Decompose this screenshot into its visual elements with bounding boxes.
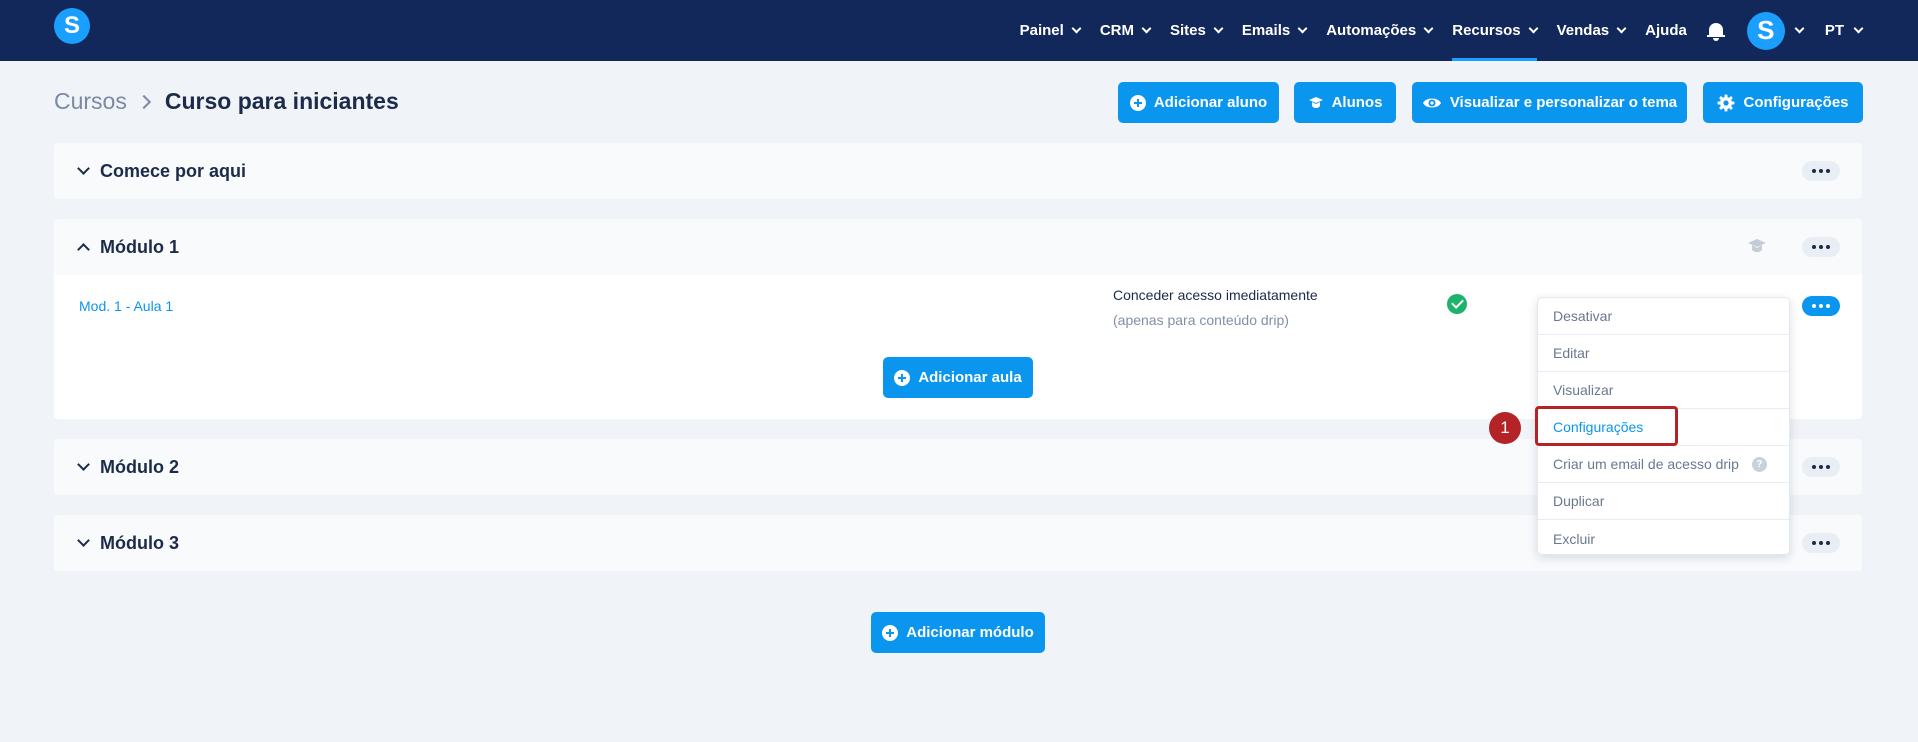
lesson-access-note: (apenas para conteúdo drip): [1113, 312, 1289, 328]
module-more-button[interactable]: [1802, 161, 1840, 181]
nav-item-crm[interactable]: CRM: [1099, 0, 1152, 61]
menu-item-label: Excluir: [1553, 530, 1596, 547]
main-nav: Painel CRM Sites Emails Automações Recur…: [1020, 0, 1918, 61]
button-label: Configurações: [1743, 94, 1849, 111]
nav-label: Ajuda: [1645, 22, 1687, 39]
module-more-button[interactable]: [1802, 237, 1840, 257]
module-card: Comece por aqui: [54, 143, 1862, 199]
lesson-title-link[interactable]: Mod. 1 - Aula 1: [79, 298, 173, 314]
module-title: Módulo 2: [100, 456, 179, 477]
module-more-button[interactable]: [1802, 533, 1840, 553]
lesson-more-button[interactable]: [1802, 296, 1840, 316]
add-module-button[interactable]: Adicionar módulo: [871, 612, 1045, 653]
chevron-down-icon[interactable]: [77, 162, 90, 175]
button-label: Visualizar e personalizar o tema: [1449, 94, 1678, 111]
top-navbar: S Painel CRM Sites Emails Automações Rec…: [0, 0, 1918, 61]
chevron-down-icon: [1853, 23, 1864, 33]
bell-icon[interactable]: [1706, 21, 1725, 41]
module-more-button[interactable]: [1802, 457, 1840, 477]
nav-item-emails[interactable]: Emails: [1241, 0, 1308, 61]
menu-item-preview[interactable]: Visualizar: [1538, 372, 1789, 409]
language-selector[interactable]: PT: [1824, 22, 1864, 39]
button-label: Adicionar aula: [918, 369, 1022, 386]
module-title: Módulo 3: [100, 532, 179, 553]
chevron-down-icon: [1141, 23, 1152, 33]
nav-label: Automações: [1326, 22, 1417, 39]
nav-label: Emails: [1241, 22, 1291, 39]
avatar: S: [1746, 11, 1785, 50]
gear-icon: [1717, 94, 1735, 111]
lesson-access-text: Conceder acesso imediatamente: [1113, 287, 1318, 303]
nav-item-sites[interactable]: Sites: [1169, 0, 1224, 61]
button-label: Adicionar aluno: [1153, 94, 1268, 111]
menu-item-label: Desativar: [1553, 308, 1613, 324]
help-icon[interactable]: ?: [1751, 456, 1767, 472]
menu-item-duplicate[interactable]: Duplicar: [1538, 483, 1789, 520]
menu-item-label: Duplicar: [1553, 493, 1605, 509]
button-label: Adicionar módulo: [906, 624, 1034, 641]
nav-item-painel[interactable]: Painel: [1019, 0, 1082, 61]
menu-item-label: Visualizar: [1553, 382, 1614, 398]
chevron-down-icon[interactable]: [77, 534, 90, 547]
nav-item-recursos[interactable]: Recursos: [1452, 0, 1539, 61]
chevron-down-icon[interactable]: [77, 458, 90, 471]
button-label: Alunos: [1331, 94, 1383, 111]
plus-circle-icon: [1129, 94, 1146, 111]
nav-label: Recursos: [1452, 22, 1521, 39]
menu-item-delete[interactable]: Excluir: [1538, 520, 1789, 557]
module-header: Módulo 1: [54, 219, 1862, 275]
nav-label: CRM: [1099, 22, 1134, 39]
module-header: Comece por aqui: [54, 143, 1862, 199]
module-title: Módulo 1: [100, 236, 179, 257]
nav-item-automacoes[interactable]: Automações: [1326, 0, 1434, 61]
preview-theme-button[interactable]: Visualizar e personalizar o tema: [1412, 82, 1687, 123]
chevron-down-icon: [1794, 23, 1805, 33]
user-menu[interactable]: S: [1746, 11, 1805, 50]
graduation-cap-icon[interactable]: [1747, 238, 1767, 254]
chevron-down-icon: [1616, 23, 1627, 33]
chevron-up-icon[interactable]: [77, 243, 90, 256]
check-circle-icon: [1447, 294, 1467, 314]
nav-item-ajuda[interactable]: Ajuda: [1645, 0, 1687, 61]
chevron-down-icon: [1297, 23, 1308, 33]
settings-button[interactable]: Configurações: [1703, 82, 1863, 123]
nav-item-vendas[interactable]: Vendas: [1556, 0, 1627, 61]
module-title: Comece por aqui: [100, 160, 247, 181]
menu-item-label: Criar um email de acesso drip: [1553, 456, 1739, 472]
chevron-down-icon: [1528, 23, 1539, 33]
add-lesson-button[interactable]: Adicionar aula: [883, 357, 1033, 398]
nav-label: Vendas: [1556, 22, 1610, 39]
brand-logo[interactable]: S: [54, 8, 90, 44]
breadcrumb: Cursos Curso para iniciantes: [54, 88, 399, 115]
menu-item-drip-email[interactable]: Criar um email de acesso drip?: [1538, 446, 1789, 483]
menu-item-label: Editar: [1553, 345, 1590, 361]
add-student-button[interactable]: Adicionar aluno: [1118, 82, 1279, 123]
menu-item-disable[interactable]: Desativar: [1538, 298, 1789, 335]
annotation-step-badge: 1: [1489, 412, 1521, 444]
menu-item-edit[interactable]: Editar: [1538, 335, 1789, 372]
students-button[interactable]: Alunos: [1294, 82, 1396, 123]
nav-label: Painel: [1019, 22, 1064, 39]
student-icon: [1308, 96, 1323, 108]
chevron-right-icon: [136, 94, 151, 109]
breadcrumb-courses-link[interactable]: Cursos: [54, 88, 127, 115]
chevron-down-icon: [1423, 23, 1434, 33]
language-label: PT: [1824, 22, 1844, 39]
annotation-highlight-box: [1535, 406, 1678, 446]
chevron-down-icon: [1071, 23, 1082, 33]
plus-circle-icon: [882, 624, 899, 641]
nav-label: Sites: [1169, 22, 1206, 39]
page-title: Curso para iniciantes: [164, 88, 399, 114]
chevron-down-icon: [1213, 23, 1224, 33]
eye-icon: [1422, 98, 1441, 107]
plus-circle-icon: [894, 369, 911, 386]
